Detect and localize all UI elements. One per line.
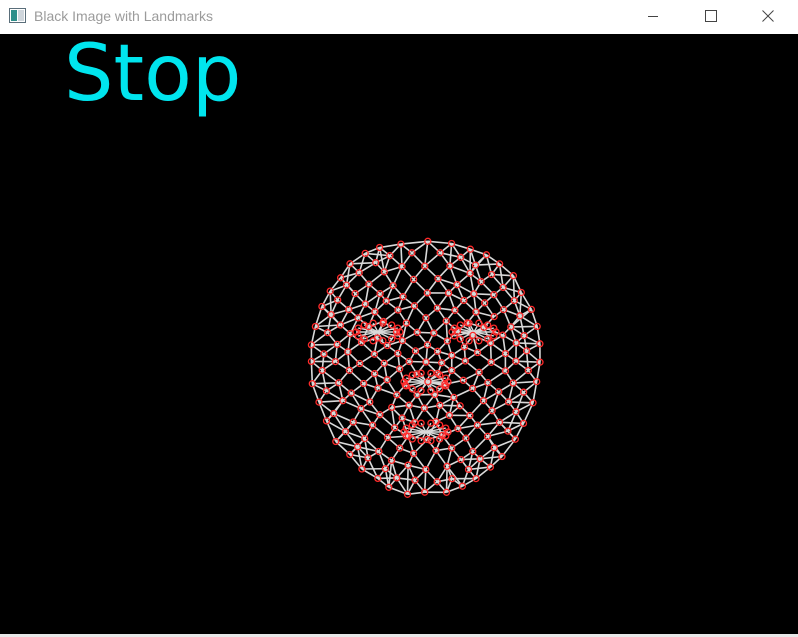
- title-bar[interactable]: Black Image with Landmarks: [0, 0, 798, 34]
- minimize-icon: [648, 16, 658, 17]
- maximize-button[interactable]: [688, 0, 734, 32]
- image-canvas: Stop: [0, 34, 798, 634]
- close-icon: [762, 10, 774, 22]
- window-title: Black Image with Landmarks: [34, 8, 213, 24]
- minimize-button[interactable]: [630, 0, 676, 32]
- maximize-icon: [705, 10, 717, 22]
- face-landmark-mesh: [307, 237, 544, 498]
- app-window-icon: [9, 8, 26, 23]
- close-button[interactable]: [745, 0, 791, 32]
- app-window: Black Image with Landmarks Stop: [0, 0, 798, 637]
